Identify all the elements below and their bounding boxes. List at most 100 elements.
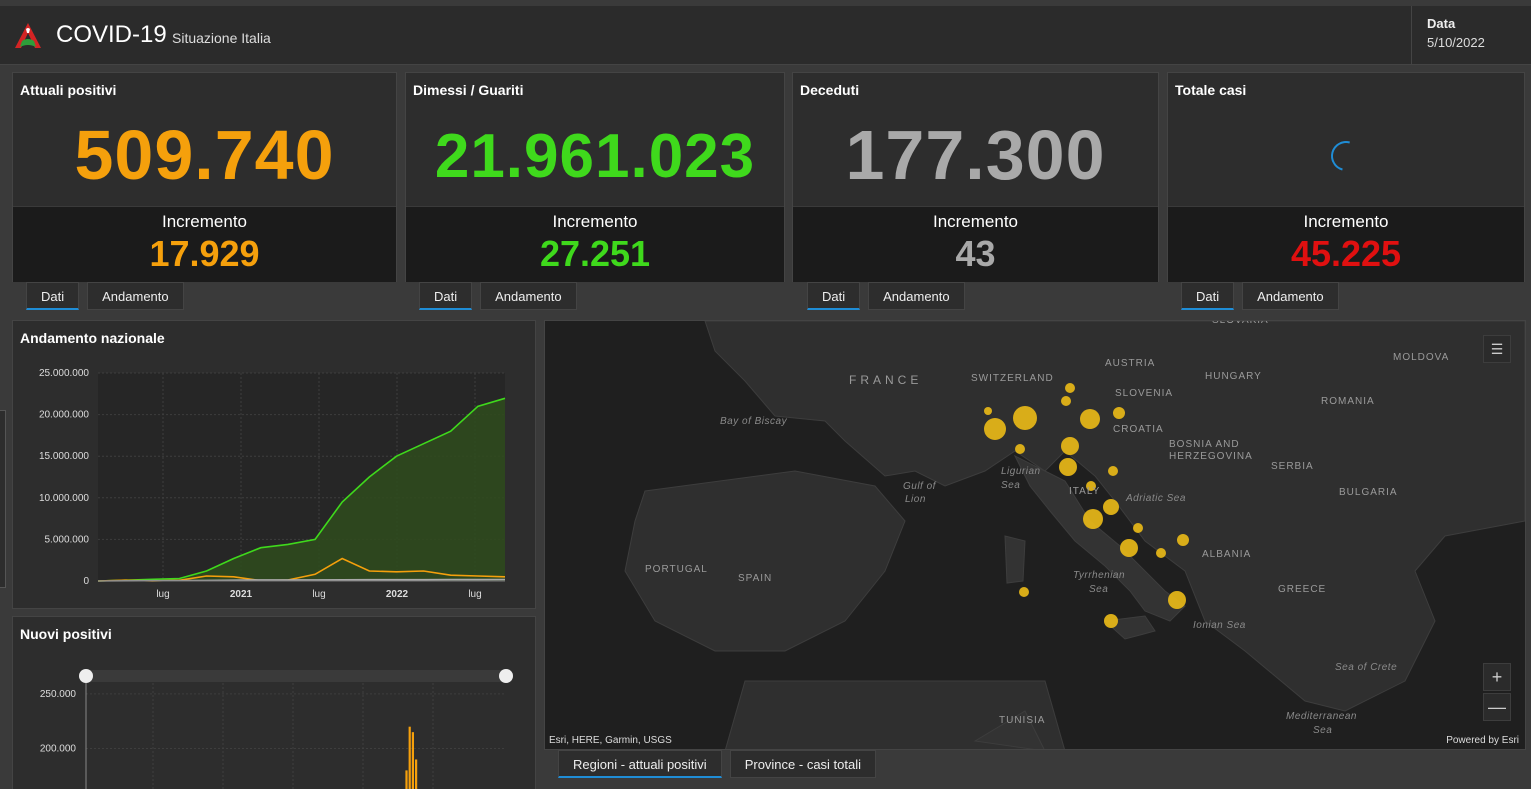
map-label: ROMANIA [1321, 396, 1375, 407]
bar[interactable] [408, 726, 411, 789]
region-marker[interactable] [1168, 591, 1186, 609]
zoom-in-button[interactable]: + [1483, 663, 1511, 691]
esri-attribution-link[interactable]: Powered by Esri [1446, 735, 1519, 746]
tab-dati[interactable]: Dati [26, 282, 80, 310]
x-tick-label: 2022 [386, 589, 409, 600]
date-box: Data 5/10/2022 [1411, 6, 1531, 65]
range-slider-left-handle[interactable] [79, 669, 93, 683]
zoom-out-button[interactable]: — [1483, 693, 1511, 721]
card-tabs-positivi: Dati Andamento [26, 282, 192, 312]
y-tick-label: 5.000.000 [45, 534, 90, 545]
map-label: Mediterranean [1286, 711, 1357, 722]
region-marker[interactable] [1177, 534, 1189, 546]
map-label: Gulf of [903, 481, 936, 492]
tab-andamento[interactable]: Andamento [1242, 282, 1339, 310]
region-marker[interactable] [984, 418, 1006, 440]
card-increment: Incremento 27.251 [406, 206, 784, 282]
date-value: 5/10/2022 [1427, 35, 1485, 50]
tab-dati[interactable]: Dati [1181, 282, 1235, 310]
map-label: HUNGARY [1205, 371, 1262, 382]
map-label: SLOVAKIA [1212, 320, 1269, 326]
map-label: Sea [1313, 725, 1333, 736]
region-marker[interactable] [1120, 539, 1138, 557]
increment-label: Incremento [932, 212, 1019, 231]
tab-province-casi-totali[interactable]: Province - casi totali [729, 750, 877, 778]
map-markers[interactable] [545, 321, 1526, 750]
increment-value: 27.251 [539, 233, 651, 274]
region-marker[interactable] [1061, 437, 1079, 455]
region-marker[interactable] [1104, 614, 1118, 628]
card-value: 177.300 [845, 116, 1106, 194]
region-marker[interactable] [984, 407, 992, 415]
region-marker[interactable] [1103, 499, 1119, 515]
map-label: Bay of Biscay [720, 416, 788, 427]
map-label: Sea of Crete [1335, 662, 1398, 673]
region-marker[interactable] [1059, 458, 1077, 476]
region-marker[interactable] [1083, 509, 1103, 529]
range-slider-right-handle[interactable] [499, 669, 513, 683]
map-label: Adriatic Sea [1126, 493, 1186, 504]
tab-dati[interactable]: Dati [807, 282, 861, 310]
map-label: Sea [1089, 584, 1109, 595]
map-view[interactable]: FRANCE SWITZERLAND AUSTRIA SLOVENIA HUNGARY M… [544, 320, 1526, 750]
map-label: FRANCE [849, 373, 923, 387]
map-label: Ionian Sea [1193, 620, 1246, 631]
region-marker[interactable] [1113, 407, 1125, 419]
nuovi-positivi-chart[interactable]: 250.000200.000150.000 [13, 617, 537, 789]
region-marker[interactable] [1015, 444, 1025, 454]
increment-value: 17.929 [149, 233, 260, 274]
map-label: TUNISIA [999, 715, 1046, 726]
andamento-nazionale-panel: Andamento nazionale 25.000.000 20.000.000… [12, 320, 536, 609]
card-title: Dimessi / Guariti [413, 82, 524, 98]
app-subtitle: Situazione Italia [172, 30, 271, 46]
region-marker[interactable] [1019, 587, 1029, 597]
y-tick-label: 20.000.000 [39, 410, 89, 421]
region-marker[interactable] [1013, 406, 1037, 430]
card-tabs-guariti: Dati Andamento [419, 282, 585, 312]
map-tabs: Regioni - attuali positivi Province - ca… [558, 750, 884, 780]
card-increment: Incremento 17.929 [13, 206, 396, 282]
bar[interactable] [405, 770, 408, 789]
map-label: Sea [1001, 480, 1021, 491]
tab-andamento[interactable]: Andamento [868, 282, 965, 310]
card-increment: Incremento 45.225 [1168, 206, 1524, 282]
map-label: CROATIA [1113, 424, 1164, 435]
range-slider-track[interactable] [86, 670, 506, 682]
increment-label: Incremento [161, 212, 248, 231]
region-marker[interactable] [1133, 523, 1143, 533]
card-value: 21.961.023 [434, 122, 756, 191]
andamento-chart[interactable]: 25.000.000 20.000.000 15.000.000 10.000.000… [13, 321, 537, 610]
card-tabs-totale: Dati Andamento [1181, 282, 1347, 312]
map-label: HERZEGOVINA [1169, 451, 1253, 462]
region-marker[interactable] [1080, 409, 1100, 429]
x-tick-label: lug [468, 589, 481, 600]
region-marker[interactable] [1065, 383, 1075, 393]
side-panel-handle[interactable] [0, 410, 6, 588]
region-marker[interactable] [1108, 466, 1118, 476]
tab-andamento[interactable]: Andamento [480, 282, 577, 310]
region-marker[interactable] [1061, 396, 1071, 406]
tab-dati[interactable]: Dati [419, 282, 473, 310]
y-tick-label: 15.000.000 [39, 451, 89, 462]
tab-regioni-attuali-positivi[interactable]: Regioni - attuali positivi [558, 750, 722, 778]
card-increment: Incremento 43 [793, 206, 1158, 282]
map-label: MOLDOVA [1393, 352, 1450, 363]
region-marker[interactable] [1156, 548, 1166, 558]
y-tick-label: 10.000.000 [39, 493, 89, 504]
bar[interactable] [411, 732, 414, 789]
map-attribution: Esri, HERE, Garmin, USGS [549, 735, 672, 746]
map-label: SWITZERLAND [971, 373, 1054, 384]
bar[interactable] [415, 759, 418, 789]
app-header: COVID-19 Situazione Italia Data 5/10/202… [0, 6, 1531, 65]
map-label: BOSNIA AND [1169, 439, 1240, 450]
map-label: SERBIA [1271, 461, 1314, 472]
y-tick-label: 250.000 [40, 689, 77, 700]
tab-andamento[interactable]: Andamento [87, 282, 184, 310]
card-dimessi-guariti: Dimessi / Guariti 21.961.023 Incremento … [405, 72, 785, 282]
increment-value: 43 [955, 233, 996, 274]
map-label: ITALY [1069, 486, 1101, 497]
card-deceduti: Deceduti 177.300 Incremento 43 [792, 72, 1159, 282]
increment-value: 45.225 [1290, 233, 1402, 274]
card-title: Totale casi [1175, 82, 1247, 98]
legend-list-icon[interactable]: ☰ [1483, 335, 1511, 363]
